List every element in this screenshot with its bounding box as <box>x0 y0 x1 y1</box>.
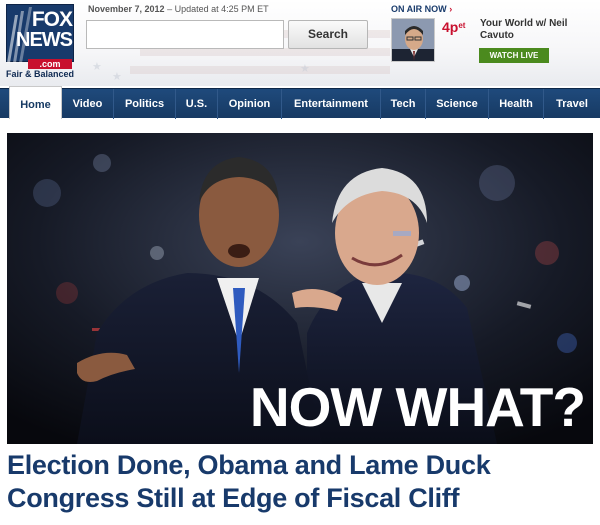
show-time-zone: et <box>458 21 466 30</box>
show-title[interactable]: Your World w/ Neil Cavuto <box>480 18 590 42</box>
search-input[interactable] <box>86 20 284 49</box>
nav-health[interactable]: Health <box>489 89 544 119</box>
hero-caption: NOW WHAT? <box>249 376 586 438</box>
logo-domain: .com <box>28 59 72 69</box>
host-photo[interactable] <box>391 18 435 62</box>
search-button[interactable]: Search <box>288 20 368 49</box>
host-portrait-icon <box>392 19 434 61</box>
nav-us[interactable]: U.S. <box>176 89 218 119</box>
chevron-right-icon: › <box>449 4 453 14</box>
watch-live-button[interactable]: WATCH LIVE <box>479 48 549 63</box>
logo-news-text: NEWS <box>16 29 73 51</box>
nav-entertainment[interactable]: Entertainment <box>282 89 381 119</box>
nav-travel[interactable]: Travel <box>544 89 600 119</box>
date: November 7, 2012 <box>88 4 165 14</box>
nav-home[interactable]: Home <box>9 86 62 119</box>
logo-tagline: Fair & Balanced <box>6 69 75 79</box>
hero-image[interactable]: NOW WHAT? <box>7 133 593 444</box>
main-headline[interactable]: Election Done, Obama and Lame Duck Congr… <box>7 449 593 515</box>
site-header: ★ ★ ★ FOX NEWS .com Fair & Balanced Nove… <box>0 0 600 86</box>
on-air-text: ON AIR NOW <box>391 4 447 14</box>
main-nav: Home Video Politics U.S. Opinion Enterta… <box>0 86 600 119</box>
updated-time: – Updated at 4:25 PM ET <box>167 4 269 14</box>
nav-opinion[interactable]: Opinion <box>218 89 282 119</box>
on-air-label[interactable]: ON AIR NOW › <box>391 4 452 14</box>
show-time-hour: 4p <box>442 19 459 35</box>
fox-news-logo[interactable]: FOX NEWS .com Fair & Balanced <box>6 4 74 80</box>
dateline: November 7, 2012 – Updated at 4:25 PM ET <box>88 4 269 14</box>
nav-politics[interactable]: Politics <box>114 89 176 119</box>
nav-science[interactable]: Science <box>426 89 489 119</box>
nav-tech[interactable]: Tech <box>381 89 426 119</box>
logo-box: FOX NEWS <box>6 4 74 63</box>
show-time: 4pet <box>442 19 465 35</box>
nav-video[interactable]: Video <box>62 89 114 119</box>
